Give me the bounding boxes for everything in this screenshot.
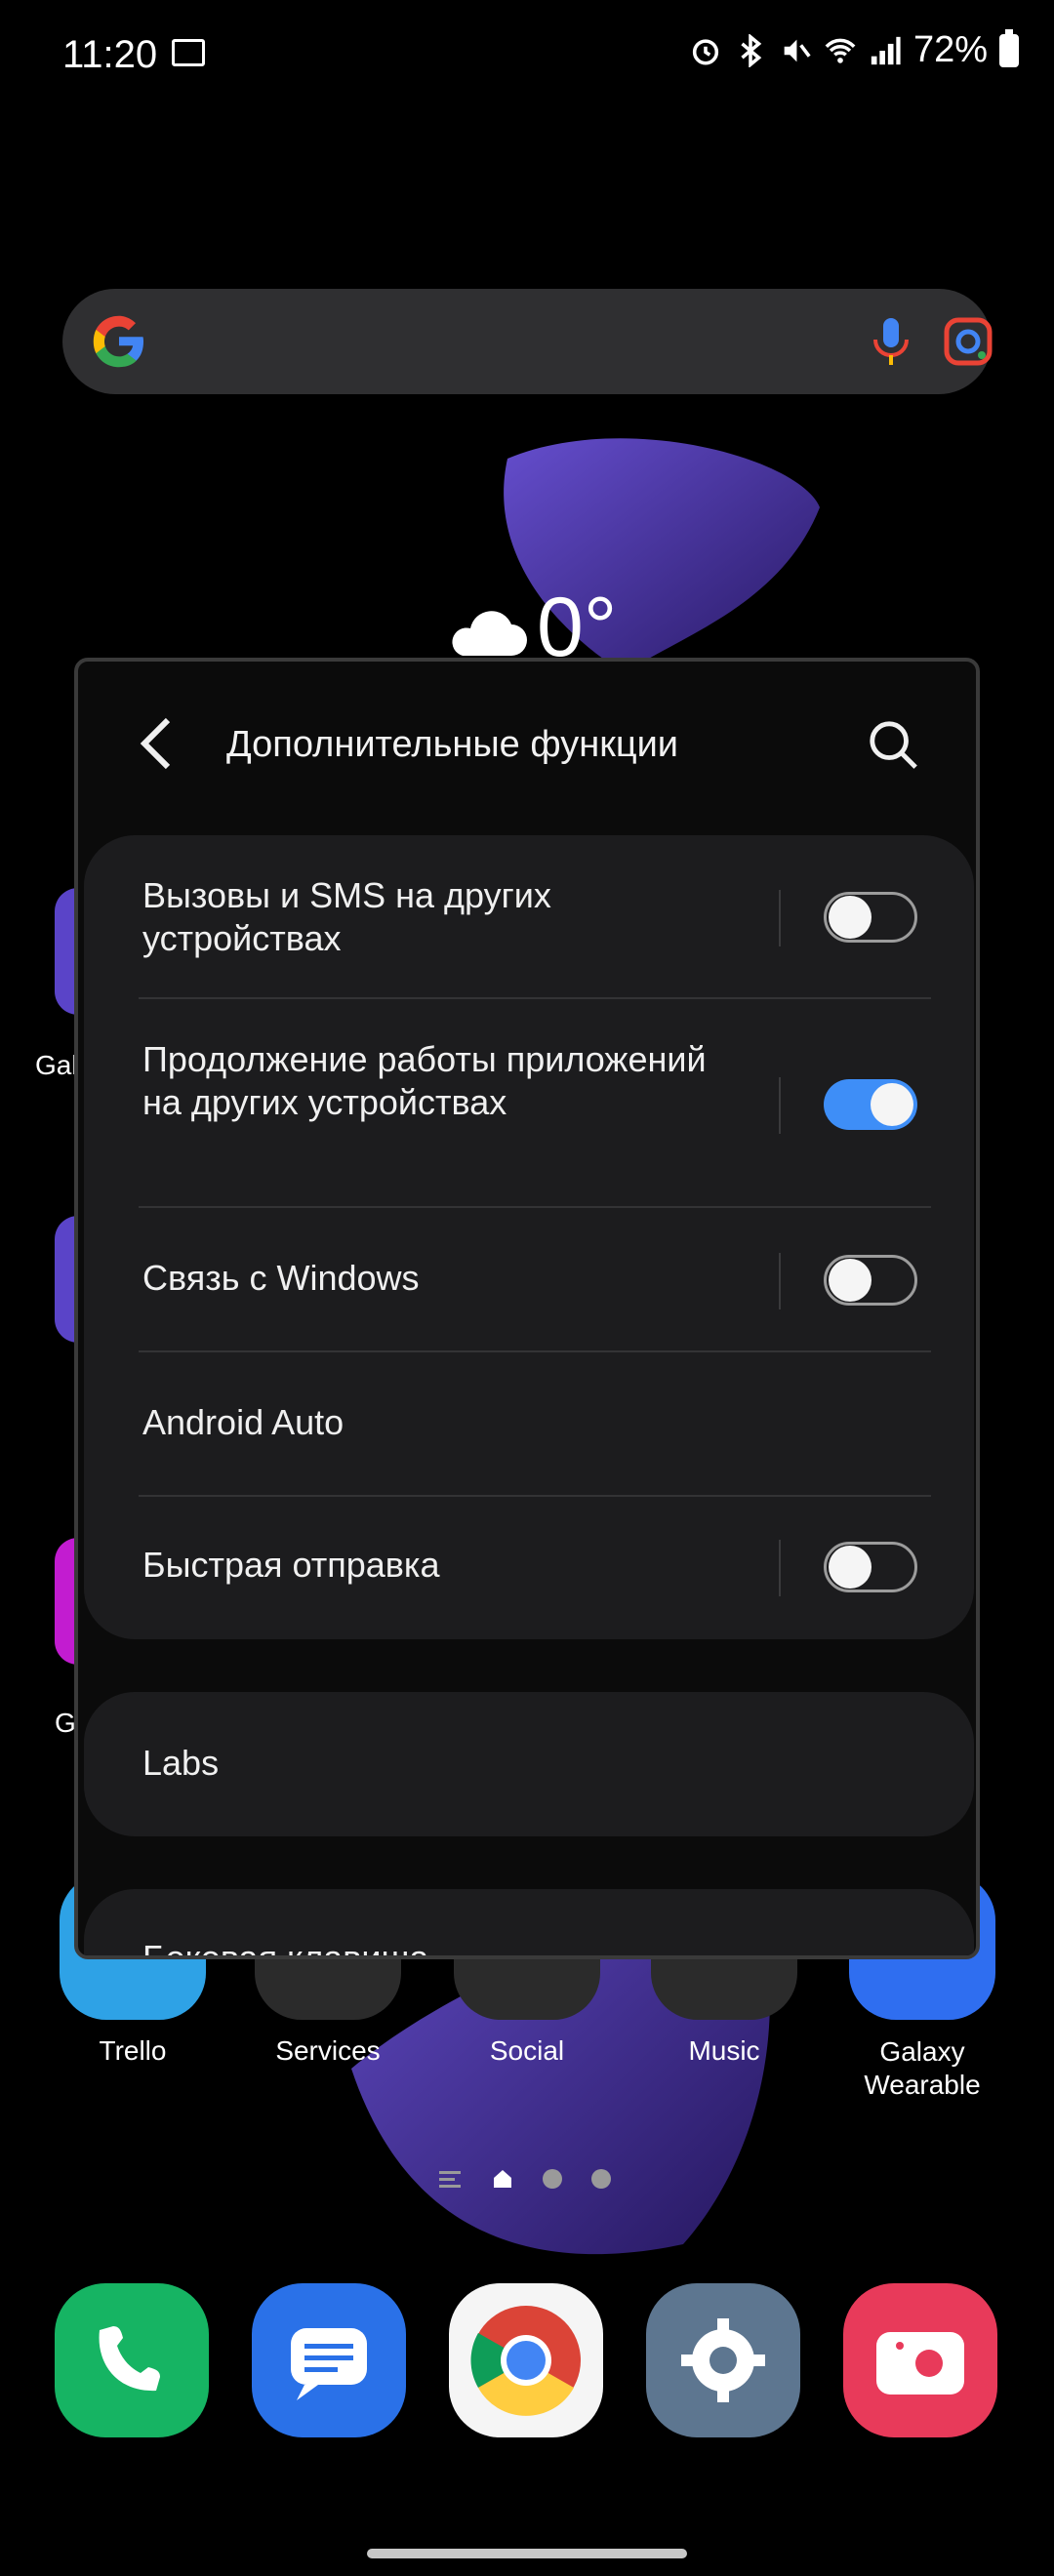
- chrome-app-icon[interactable]: [449, 2283, 603, 2437]
- cloud-icon: [452, 611, 527, 656]
- setting-row-link-windows[interactable]: Связь с Windows: [139, 1208, 931, 1352]
- search-icon[interactable]: [867, 718, 919, 771]
- app-label: Trello: [99, 2035, 167, 2066]
- setting-row-calls-sms[interactable]: Вызовы и SMS на других устройствах: [139, 835, 931, 999]
- toggle-knob: [829, 1259, 872, 1302]
- setting-row-android-auto[interactable]: Android Auto: [139, 1352, 931, 1497]
- partial-app-label: G: [55, 1708, 76, 1738]
- google-search-widget[interactable]: [62, 289, 995, 394]
- page-indicator: [439, 2168, 611, 2190]
- partial-app-label: Gal: [35, 1050, 78, 1080]
- divider: [779, 1540, 781, 1596]
- setting-label: Связь с Windows: [142, 1258, 420, 1298]
- gesture-nav-bar[interactable]: [367, 2549, 687, 2558]
- toggle-knob: [871, 1083, 913, 1126]
- microphone-icon[interactable]: [867, 314, 915, 369]
- app-label: Services: [275, 2035, 381, 2066]
- status-time: 11:20: [62, 33, 158, 76]
- page-dot: [591, 2169, 611, 2189]
- toggle-knob: [829, 896, 872, 939]
- setting-row-quick-share[interactable]: Быстрая отправка: [142, 1497, 923, 1639]
- battery-percent: 72%: [912, 29, 988, 70]
- labs-label: Labs: [142, 1743, 220, 1783]
- battery-icon: [999, 28, 1019, 67]
- settings-popup-window: Дополнительные функции Вызовы и SMS на д…: [74, 658, 980, 1959]
- alarm-icon: [692, 38, 719, 65]
- app-label: Music: [688, 2035, 760, 2066]
- divider: [779, 890, 781, 946]
- setting-row-continue-apps[interactable]: Продолжение работы приложений на других …: [139, 999, 931, 1208]
- status-bar: 11:20 72%: [0, 0, 1054, 107]
- side-key-card[interactable]: Боковая клавиша: [84, 1889, 974, 1959]
- home-page-icon: [494, 2170, 511, 2188]
- menu-lines-icon: [439, 2171, 461, 2188]
- back-arrow-icon[interactable]: [137, 716, 176, 771]
- app-label: Galaxy Wearable: [864, 2036, 981, 2100]
- setting-label: Быстрая отправка: [142, 1545, 440, 1585]
- toggle-continue-apps[interactable]: [824, 1079, 917, 1130]
- side-key-label: Боковая клавиша: [142, 1938, 429, 1959]
- toggle-knob: [829, 1546, 872, 1589]
- signal-icon: [871, 36, 901, 64]
- toggle-calls-sms[interactable]: [824, 892, 917, 943]
- toggle-link-windows[interactable]: [824, 1255, 917, 1306]
- camera-app-icon[interactable]: [843, 2283, 997, 2437]
- google-lens-icon[interactable]: [941, 314, 995, 369]
- messages-app-icon[interactable]: [252, 2283, 406, 2437]
- bluetooth-icon: [741, 33, 762, 67]
- labs-card[interactable]: Labs: [84, 1692, 974, 1836]
- image-notification-icon: [172, 39, 205, 66]
- page-title: Дополнительные функции: [226, 724, 679, 765]
- page-dot: [543, 2169, 562, 2189]
- setting-label: Вызовы и SMS на других устройствах: [142, 875, 551, 958]
- setting-label: Продолжение работы приложений на других …: [142, 1039, 707, 1122]
- popup-header: Дополнительные функции: [78, 662, 976, 837]
- mute-icon: [784, 39, 811, 61]
- settings-app-icon[interactable]: [646, 2283, 800, 2437]
- features-card: Вызовы и SMS на других устройствах Продо…: [84, 835, 974, 1639]
- setting-label: Android Auto: [142, 1402, 345, 1442]
- toggle-quick-share[interactable]: [824, 1542, 917, 1592]
- weather-widget[interactable]: 0°: [443, 580, 619, 674]
- app-label: Social: [489, 2035, 565, 2066]
- divider: [779, 1077, 781, 1134]
- divider: [779, 1253, 781, 1309]
- google-g-icon: [93, 315, 143, 368]
- phone-app-icon[interactable]: [55, 2283, 209, 2437]
- wifi-icon: [825, 38, 856, 63]
